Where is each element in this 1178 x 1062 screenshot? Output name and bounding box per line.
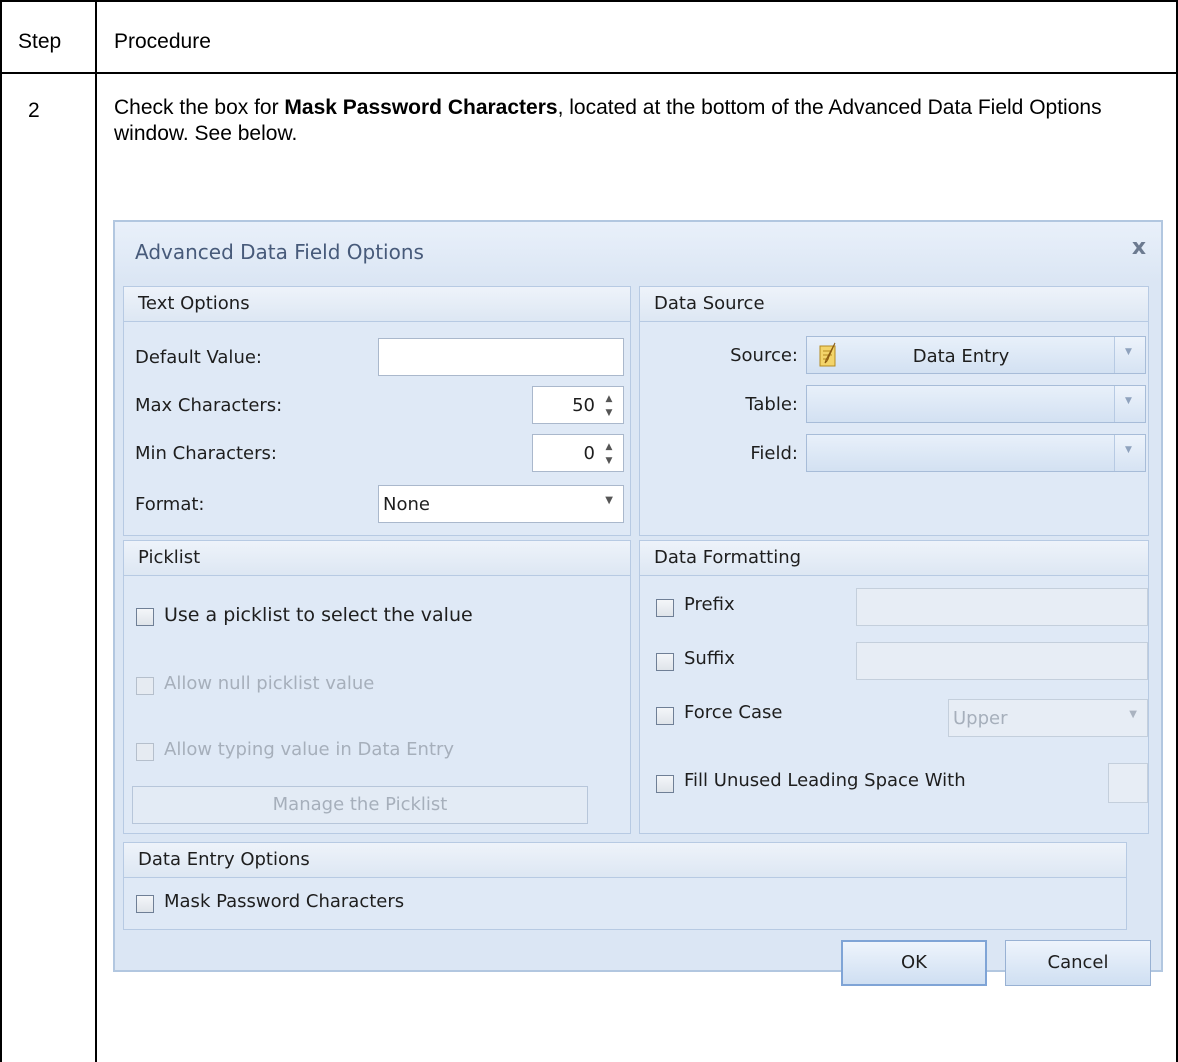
- header-procedure: Procedure: [114, 30, 211, 53]
- min-characters-value: 0: [583, 443, 595, 464]
- prefix-input[interactable]: [856, 588, 1148, 626]
- source-label: Source:: [730, 345, 798, 366]
- allow-null-label: Allow null picklist value: [164, 673, 375, 694]
- min-characters-stepper[interactable]: 0 ▲ ▼: [532, 434, 624, 472]
- table-border-left: [0, 0, 2, 1062]
- table-dropdown[interactable]: ▼: [806, 385, 1146, 423]
- chevron-down-icon: ▼: [1125, 396, 1132, 406]
- mask-password-label: Mask Password Characters: [164, 891, 405, 912]
- advanced-data-field-options-dialog: Advanced Data Field Options x Text Optio…: [113, 220, 1163, 986]
- table-border-top: [0, 0, 1178, 2]
- source-dropdown[interactable]: Data Entry ▼: [806, 336, 1146, 374]
- data-formatting-header-label: Data Formatting: [654, 547, 802, 568]
- text-options-header: Text Options: [124, 287, 630, 322]
- max-characters-stepper[interactable]: 50 ▲ ▼: [532, 386, 624, 424]
- format-dropdown[interactable]: None ▼: [378, 485, 624, 523]
- fill-leading-label: Fill Unused Leading Space With: [684, 770, 966, 791]
- cancel-button[interactable]: Cancel: [1005, 940, 1151, 986]
- table-label: Table:: [745, 394, 798, 415]
- picklist-header-label: Picklist: [138, 547, 201, 568]
- data-source-header: Data Source: [640, 287, 1148, 322]
- dialog-title: Advanced Data Field Options: [135, 240, 424, 264]
- header-step: Step: [18, 30, 62, 53]
- fill-character-input[interactable]: [1108, 763, 1148, 803]
- chevron-down-icon: ▼: [1125, 445, 1132, 455]
- picklist-header: Picklist: [124, 541, 630, 576]
- format-value: None: [383, 494, 430, 515]
- source-value: Data Entry: [912, 346, 1010, 367]
- procedure-text: Check the box for Mask Password Characte…: [114, 95, 1164, 147]
- picklist-group: Picklist Use a picklist to select the va…: [123, 540, 631, 834]
- chevron-down-icon: ▼: [1125, 347, 1132, 357]
- spin-arrows-icon[interactable]: ▲ ▼: [603, 440, 615, 468]
- default-value-input[interactable]: [378, 338, 624, 376]
- data-source-group: Data Source Source: Data Entry ▼ Table: …: [639, 286, 1149, 536]
- allow-typing-label: Allow typing value in Data Entry: [164, 739, 455, 760]
- format-label: Format:: [135, 494, 205, 515]
- allow-null-checkbox[interactable]: [136, 677, 154, 695]
- text-options-header-label: Text Options: [138, 293, 250, 314]
- text-options-group: Text Options Default Value: Max Characte…: [123, 286, 631, 536]
- data-formatting-group: Data Formatting Prefix Suffix Force Case…: [639, 540, 1149, 834]
- chevron-down-icon: ▼: [605, 495, 613, 506]
- field-label: Field:: [750, 443, 798, 464]
- max-characters-label: Max Characters:: [135, 395, 283, 416]
- chevron-down-icon: ▼: [1129, 709, 1137, 720]
- force-case-value: Upper: [953, 708, 1008, 729]
- force-case-dropdown[interactable]: Upper ▼: [948, 699, 1148, 737]
- table-dropdown-button[interactable]: ▼: [1114, 386, 1145, 422]
- min-characters-label: Min Characters:: [135, 443, 277, 464]
- procedure-text-pre: Check the box for: [114, 96, 285, 119]
- data-entry-options-group: Data Entry Options Mask Password Charact…: [123, 842, 1127, 930]
- suffix-checkbox[interactable]: [656, 653, 674, 671]
- data-entry-options-header-label: Data Entry Options: [138, 849, 310, 870]
- default-value-label: Default Value:: [135, 347, 262, 368]
- force-case-label: Force Case: [684, 702, 783, 723]
- close-icon[interactable]: x: [1127, 236, 1151, 260]
- force-case-checkbox[interactable]: [656, 707, 674, 725]
- table-column-divider: [95, 0, 97, 1062]
- dialog-titlebar: Advanced Data Field Options x: [115, 222, 1161, 282]
- ok-button[interactable]: OK: [841, 940, 987, 986]
- field-dropdown[interactable]: ▼: [806, 434, 1146, 472]
- data-source-header-label: Data Source: [654, 293, 765, 314]
- fill-leading-checkbox[interactable]: [656, 775, 674, 793]
- procedure-text-bold: Mask Password Characters: [284, 96, 558, 119]
- data-formatting-header: Data Formatting: [640, 541, 1148, 576]
- data-entry-options-header: Data Entry Options: [124, 843, 1126, 878]
- prefix-label: Prefix: [684, 594, 735, 615]
- spin-arrows-icon[interactable]: ▲ ▼: [603, 392, 615, 420]
- source-dropdown-button[interactable]: ▼: [1114, 337, 1145, 373]
- suffix-input[interactable]: [856, 642, 1148, 680]
- mask-password-checkbox[interactable]: [136, 895, 154, 913]
- suffix-label: Suffix: [684, 648, 735, 669]
- allow-typing-checkbox[interactable]: [136, 743, 154, 761]
- use-picklist-label: Use a picklist to select the value: [164, 604, 473, 626]
- use-picklist-checkbox[interactable]: [136, 608, 154, 626]
- max-characters-value: 50: [572, 395, 595, 416]
- prefix-checkbox[interactable]: [656, 599, 674, 617]
- manage-picklist-button[interactable]: Manage the Picklist: [132, 786, 588, 824]
- step-number: 2: [28, 99, 40, 122]
- field-dropdown-button[interactable]: ▼: [1114, 435, 1145, 471]
- table-header-divider: [0, 72, 1178, 74]
